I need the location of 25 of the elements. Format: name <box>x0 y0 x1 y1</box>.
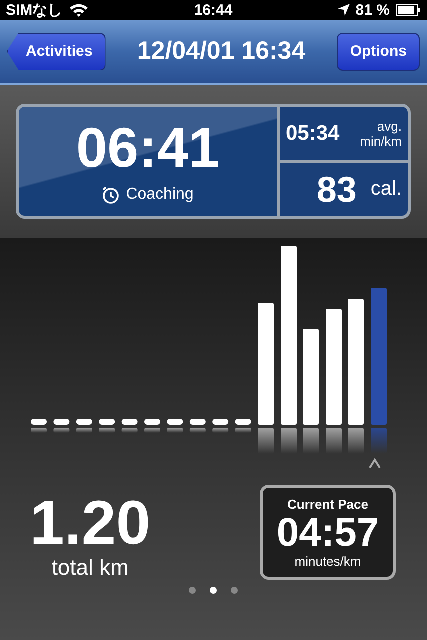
options-button[interactable]: Options <box>337 32 420 70</box>
carrier-text: SIMなし <box>6 0 63 20</box>
battery-icon <box>396 4 421 16</box>
avg-pace-value: 05:34 <box>286 122 340 146</box>
battery-percent-text: 81 % <box>356 2 390 18</box>
page-dot[interactable] <box>189 587 196 594</box>
calories-unit: cal. <box>370 178 402 201</box>
page-dot[interactable] <box>231 587 238 594</box>
avg-label: avg. <box>377 118 402 134</box>
distance-label: total km <box>52 555 129 581</box>
calories-value: 83 <box>316 168 357 210</box>
clock-text: 16:44 <box>194 2 233 18</box>
pace-unit-label: min/km <box>360 134 402 148</box>
nav-title: 12/04/01 16:34 <box>137 37 306 66</box>
duration-value: 06:41 <box>76 120 220 176</box>
page-dot[interactable] <box>210 587 217 594</box>
current-pace-value: 04:57 <box>276 512 380 554</box>
current-pace-unit: minutes/km <box>294 554 362 568</box>
coaching-label: Coaching <box>126 186 194 204</box>
location-arrow-icon <box>338 4 350 16</box>
wifi-icon <box>68 2 89 18</box>
current-pace-title: Current Pace <box>288 496 368 512</box>
distance-value: 1.20 <box>30 493 151 555</box>
stopwatch-icon <box>102 186 120 204</box>
back-button[interactable]: Activities <box>7 32 106 70</box>
